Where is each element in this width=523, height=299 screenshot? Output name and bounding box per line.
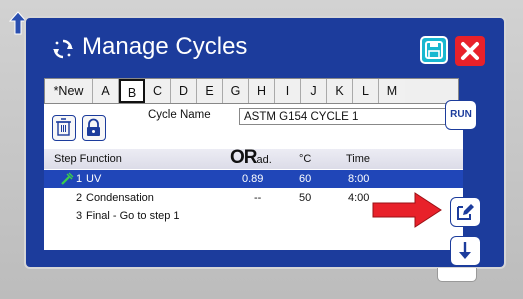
tab-j[interactable]: J xyxy=(301,79,327,103)
lock-button[interactable] xyxy=(82,115,106,141)
row-time: 4:00 xyxy=(348,192,370,204)
table-row[interactable]: 1 UV 0.89 60 8:00 xyxy=(44,170,463,188)
cycle-name-label: Cycle Name xyxy=(148,109,211,121)
row-step: 3 xyxy=(76,210,83,222)
header-irradiance-suffix: ad. xyxy=(256,154,272,166)
tab-c[interactable]: C xyxy=(145,79,171,103)
tab-e[interactable]: E xyxy=(197,79,223,103)
cycle-arrows-icon xyxy=(53,39,73,59)
red-pointer-arrow-icon xyxy=(372,192,442,228)
light-icon xyxy=(61,172,74,185)
row-function: Final - Go to step 1 xyxy=(86,210,180,222)
row-function: Condensation xyxy=(86,192,154,204)
window-title: Manage Cycles xyxy=(82,33,248,60)
close-icon xyxy=(461,42,479,60)
manage-cycles-window: Manage Cycles *New A B C D E G H I J K L… xyxy=(24,16,506,269)
row-time: 8:00 xyxy=(348,173,370,185)
row-step: 2 xyxy=(76,192,83,204)
bottom-tab xyxy=(437,268,477,282)
delete-button[interactable] xyxy=(52,115,76,141)
edit-icon xyxy=(457,204,474,220)
row-temperature: 60 xyxy=(299,173,312,185)
tab-k[interactable]: K xyxy=(327,79,353,103)
table-header: Step Function ORad. °C Time xyxy=(44,147,463,169)
tab-h[interactable]: H xyxy=(249,79,275,103)
header-time: Time xyxy=(346,153,371,165)
tab-m[interactable]: M xyxy=(379,79,405,103)
header-step-function: Step Function xyxy=(54,153,122,165)
save-icon xyxy=(425,41,443,59)
lock-icon xyxy=(87,118,100,136)
cycle-name-field[interactable]: ASTM G154 CYCLE 1 xyxy=(239,108,462,125)
header-irradiance-prefix: OR xyxy=(230,147,257,168)
edit-step-button[interactable] xyxy=(450,197,481,227)
tab-l[interactable]: L xyxy=(353,79,379,103)
tab-b[interactable]: B xyxy=(119,79,145,103)
row-step: 1 xyxy=(76,173,83,185)
arrow-down-icon xyxy=(459,242,471,259)
header-irradiance: ORad. xyxy=(230,147,272,169)
row-irradiance: -- xyxy=(254,192,262,204)
row-irradiance: 0.89 xyxy=(242,173,264,185)
header-temperature: °C xyxy=(299,153,312,165)
trash-icon xyxy=(56,118,71,136)
cycle-tabs: *New A B C D E G H I J K L M xyxy=(44,78,459,104)
move-down-button[interactable] xyxy=(450,236,481,266)
run-button[interactable]: RUN xyxy=(445,100,477,130)
row-temperature: 50 xyxy=(299,192,312,204)
tab-d[interactable]: D xyxy=(171,79,197,103)
tab-g[interactable]: G xyxy=(223,79,249,103)
close-button[interactable] xyxy=(455,36,485,66)
tab-a[interactable]: A xyxy=(93,79,119,103)
save-button[interactable] xyxy=(420,36,448,64)
tab-new[interactable]: *New xyxy=(45,79,93,103)
tab-i[interactable]: I xyxy=(275,79,301,103)
row-function: UV xyxy=(86,173,102,185)
